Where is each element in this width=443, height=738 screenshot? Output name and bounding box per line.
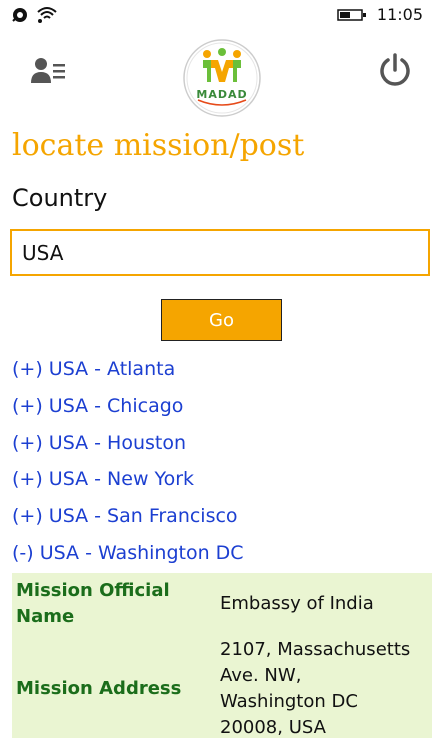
- address-label: Mission Address: [16, 678, 182, 699]
- logo-text: MADAD: [196, 88, 248, 101]
- mission-item-san-francisco[interactable]: (+) USA - San Francisco: [12, 505, 244, 542]
- address-line: Ave. NW,: [220, 665, 302, 686]
- battery-icon: [337, 8, 366, 21]
- address-line: 20008, USA: [220, 717, 326, 738]
- contacts-list-icon: [31, 58, 65, 83]
- mission-item-new-york[interactable]: (+) USA - New York: [12, 468, 244, 505]
- status-bar: 11:05: [0, 0, 443, 32]
- country-input[interactable]: [10, 229, 430, 276]
- mission-item-houston[interactable]: (+) USA - Houston: [12, 432, 244, 469]
- detail-row-address: Mission Address 2107, Massachusetts Ave.…: [12, 635, 432, 738]
- mission-item-chicago[interactable]: (+) USA - Chicago: [12, 395, 244, 432]
- wifi-icon: [37, 7, 57, 23]
- clock: 11:05: [376, 5, 423, 24]
- logo-emblem-icon: [183, 39, 261, 117]
- address-line: 2107, Massachusetts: [220, 639, 411, 660]
- logout-button[interactable]: [377, 52, 417, 92]
- status-left: [12, 6, 58, 24]
- power-icon: [380, 53, 410, 86]
- page-title: locate mission/post: [12, 128, 305, 163]
- mission-item-atlanta[interactable]: (+) USA - Atlanta: [12, 358, 244, 395]
- contacts-button[interactable]: [30, 56, 70, 92]
- address-value: 2107, Massachusetts Ave. NW, Washington …: [220, 637, 432, 738]
- official-name-value: Embassy of India: [220, 593, 374, 614]
- detail-row-official-name: Mission Official Name Embassy of India: [12, 573, 432, 635]
- mission-list: (+) USA - Atlanta (+) USA - Chicago (+) …: [12, 358, 244, 579]
- go-button[interactable]: Go: [161, 299, 282, 341]
- address-line: Washington DC: [220, 691, 358, 712]
- messaging-sync-icon: [12, 8, 27, 22]
- official-name-label: Mission Official Name: [16, 580, 170, 627]
- status-right: 11:05: [337, 5, 423, 24]
- country-label: Country: [12, 184, 108, 212]
- mission-detail-panel: Mission Official Name Embassy of India M…: [12, 573, 432, 738]
- app-bar: MADAD: [0, 34, 443, 124]
- madad-logo: MADAD: [182, 38, 262, 118]
